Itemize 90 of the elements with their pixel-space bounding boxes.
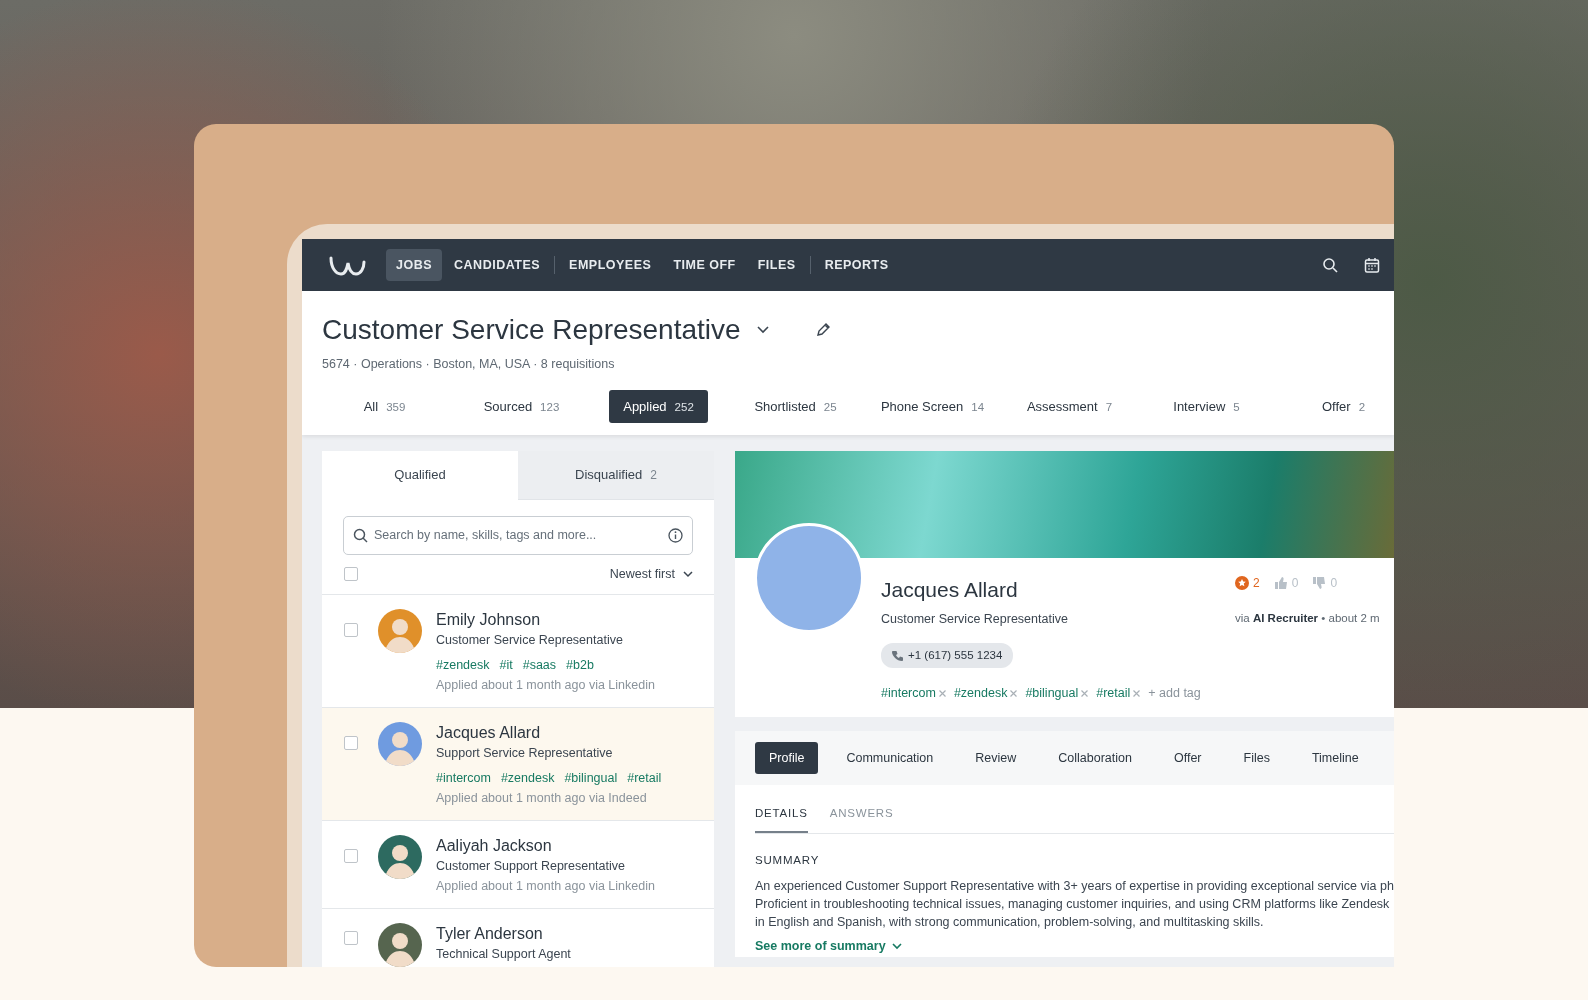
pencil-icon[interactable] <box>814 322 831 338</box>
tag[interactable]: #zendesk <box>500 770 555 785</box>
row-checkbox[interactable] <box>344 848 358 863</box>
tag[interactable]: #intercom <box>881 683 936 703</box>
phone-chip[interactable]: +1 (617) 555 1234 <box>881 642 1014 668</box>
candidate-title: Customer Support Representative <box>436 857 626 875</box>
nav-tab[interactable]: EMPLOYEES <box>559 248 662 282</box>
nav-tab[interactable]: REPORTS <box>814 248 899 282</box>
applied-info: Applied about 1 month ago via Linkedin <box>436 676 656 694</box>
profile-tab[interactable]: Offer <box>1159 741 1216 775</box>
applied-info: Applied about 1 month ago via Linkedin <box>436 877 656 895</box>
detail-tab[interactable]: DETAILS <box>755 805 808 833</box>
candidate-name: Aaliyah Jackson <box>436 835 553 856</box>
tag[interactable]: #intercom <box>436 770 491 785</box>
nav-tab[interactable]: JOBS <box>386 248 443 282</box>
summary-text: An experienced Customer Support Representative with 3+ years of expertise in providing exceptional service via ph <box>755 877 1394 895</box>
job-meta: 5674 · Operations · Boston, MA, USA · 8 requisitions <box>322 356 616 373</box>
summary-text: Proficient in troubleshooting technical issues, managing customer inquiries, and using CRM platforms like Zendesk <box>755 895 1391 913</box>
profile-tab[interactable]: Files <box>1229 741 1284 775</box>
tag[interactable]: #retail <box>1096 683 1131 703</box>
candidate-name: Jacques Allard <box>436 722 542 743</box>
stage-tab[interactable]: Assessment 7 <box>1012 389 1127 424</box>
stage-tab[interactable]: All 359 <box>349 389 420 424</box>
rating-count: 2 <box>1253 575 1260 593</box>
tag[interactable]: #bilingual <box>1025 683 1079 703</box>
thumbs-up-icon[interactable] <box>1273 576 1288 591</box>
candidate-title: Customer Service Representative <box>881 610 1069 628</box>
close-icon[interactable] <box>938 689 946 697</box>
applied-info: Applied about 1 month ago via Indeed <box>436 789 648 807</box>
row-checkbox[interactable] <box>344 622 358 637</box>
sort-dropdown[interactable]: Newest first <box>609 564 693 584</box>
avatar-silhouette <box>378 608 422 653</box>
chevron-down-icon[interactable] <box>756 326 769 334</box>
stage-tab[interactable]: Interview 5 <box>1159 389 1254 424</box>
candidate-title: Support Service Representative <box>436 744 614 762</box>
rating-count: 0 <box>1291 575 1299 593</box>
tag[interactable]: #bilingual <box>564 770 618 785</box>
row-checkbox[interactable] <box>344 735 358 750</box>
close-icon[interactable] <box>1010 689 1018 697</box>
candidate-name: Jacques Allard <box>881 577 1019 604</box>
rating-count: 0 <box>1330 575 1338 593</box>
profile-tab[interactable]: Communication <box>832 741 948 775</box>
close-icon[interactable] <box>1081 689 1089 697</box>
info-icon[interactable] <box>668 527 683 543</box>
job-title: Customer Service Representative <box>322 313 741 347</box>
candidate-title: Customer Service Representative <box>436 631 624 649</box>
tag[interactable]: #zendesk <box>436 657 490 672</box>
candidate-row[interactable]: Jacques Allard Support Service Representative #intercom #zendesk #bilingual #retail Applied about 1 month ago via Indeed <box>322 707 714 821</box>
avatar-silhouette <box>378 834 422 879</box>
search-icon[interactable] <box>1322 257 1338 273</box>
chevron-down-icon <box>891 942 902 950</box>
stage-tab[interactable]: Offer 2 <box>1307 389 1380 424</box>
source-info: via AI Recruiter • about 2 m <box>1235 611 1380 627</box>
see-more-link[interactable]: See more of summary <box>755 936 902 956</box>
candidate-row[interactable]: Aaliyah Jackson Customer Support Representative Applied about 1 month ago via Linkedin <box>322 820 714 909</box>
nav-tab[interactable]: FILES <box>747 248 806 282</box>
profile-tab[interactable]: Review <box>961 741 1031 775</box>
close-icon[interactable] <box>1133 689 1141 697</box>
stage-tab[interactable]: Phone Screen 14 <box>866 389 999 424</box>
nav-tab[interactable]: TIME OFF <box>663 248 746 282</box>
tag[interactable]: #zendesk <box>953 683 1008 703</box>
section-heading: SUMMARY <box>755 852 821 868</box>
row-checkbox[interactable] <box>344 930 358 945</box>
avatar-silhouette <box>378 721 422 766</box>
candidate-row[interactable]: Tyler Anderson Technical Support Agent <box>322 908 714 967</box>
list-tab[interactable]: Disqualified 2 <box>518 451 714 500</box>
nav-tab[interactable]: CANDIDATES <box>444 248 551 282</box>
search-field[interactable]: Search by name, skills, tags and more... <box>343 515 693 555</box>
tag[interactable]: #retail <box>627 770 662 785</box>
tag[interactable]: #it <box>499 657 513 672</box>
search-icon <box>353 527 368 543</box>
calendar-icon[interactable] <box>1364 257 1380 273</box>
thumbs-down-icon[interactable] <box>1312 576 1327 591</box>
avatar-silhouette <box>378 922 422 967</box>
summary-text: in English and Spanish, with strong communication, problem-solving, and multitasking skills. <box>755 913 1265 931</box>
chevron-down-icon <box>683 570 693 578</box>
stage-tab[interactable]: Applied 252 <box>609 389 708 424</box>
profile-tab[interactable]: Profile <box>755 741 819 775</box>
tag[interactable]: #saas <box>522 657 557 672</box>
phone-icon <box>892 649 903 661</box>
candidate-name: Emily Johnson <box>436 609 542 630</box>
tag[interactable]: #b2b <box>566 657 594 672</box>
candidate-row[interactable]: Emily Johnson Customer Service Representative #zendesk #it #saas #b2b Applied about 1 month ago via Linkedin <box>322 594 714 708</box>
candidate-title: Technical Support Agent <box>436 945 572 963</box>
candidate-name: Tyler Anderson <box>436 923 544 944</box>
stage-tab[interactable]: Sourced 123 <box>469 389 574 424</box>
profile-tab[interactable]: Timeline <box>1297 741 1373 775</box>
profile-tab[interactable]: Collaboration <box>1044 741 1146 775</box>
select-all-checkbox[interactable] <box>344 567 358 582</box>
stage-tab[interactable]: Shortlisted 25 <box>740 389 851 424</box>
